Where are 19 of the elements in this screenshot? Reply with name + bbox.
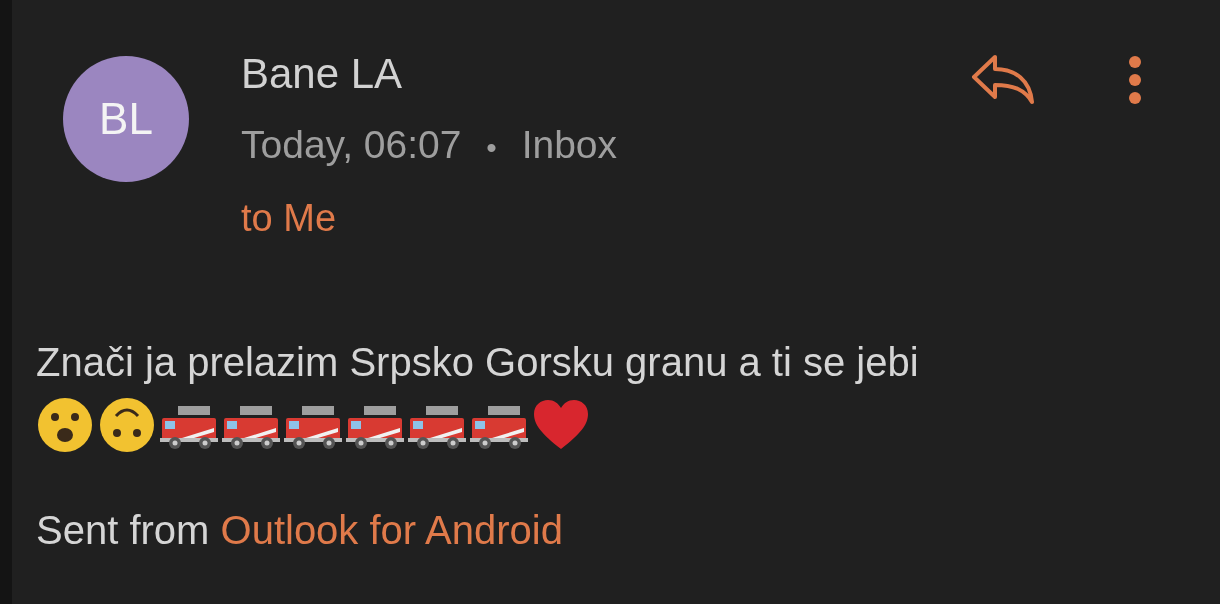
fire-truck-icon — [284, 404, 342, 450]
astonished-face-icon — [36, 396, 94, 454]
upside-down-face-icon — [98, 396, 156, 454]
fire-truck-icon — [470, 404, 528, 450]
heart-icon — [532, 399, 590, 451]
fire-truck-icon — [160, 404, 218, 450]
fire-truck-icon — [408, 404, 466, 450]
separator-dot: • — [486, 131, 497, 164]
signature-text: Sent from Outlook for Android — [36, 507, 564, 553]
more-options-icon[interactable] — [1128, 55, 1142, 105]
folder-text: Inbox — [521, 123, 618, 166]
date-text: Today, 06:07 — [241, 123, 462, 166]
fire-truck-icon — [346, 404, 404, 450]
sender-name: Bane LA — [241, 49, 404, 99]
recipients-link[interactable]: to Me — [241, 195, 337, 241]
avatar: BL — [63, 56, 189, 182]
outlook-link[interactable]: Outlook for Android — [220, 508, 563, 552]
message-text: Znači ja prelazim Srpsko Gorsku granu a ti se jebi — [36, 339, 920, 385]
fire-truck-icon — [222, 404, 280, 450]
